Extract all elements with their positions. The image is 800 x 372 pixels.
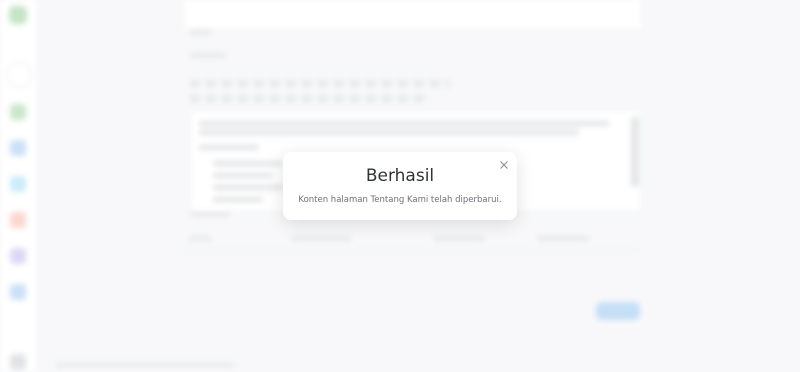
app-page: Berhasil Konten halaman Tentang Kami tel… xyxy=(0,0,800,372)
modal-message: Konten halaman Tentang Kami telah diperb… xyxy=(298,195,502,205)
success-modal: Berhasil Konten halaman Tentang Kami tel… xyxy=(283,152,517,220)
modal-title: Berhasil xyxy=(365,166,435,186)
